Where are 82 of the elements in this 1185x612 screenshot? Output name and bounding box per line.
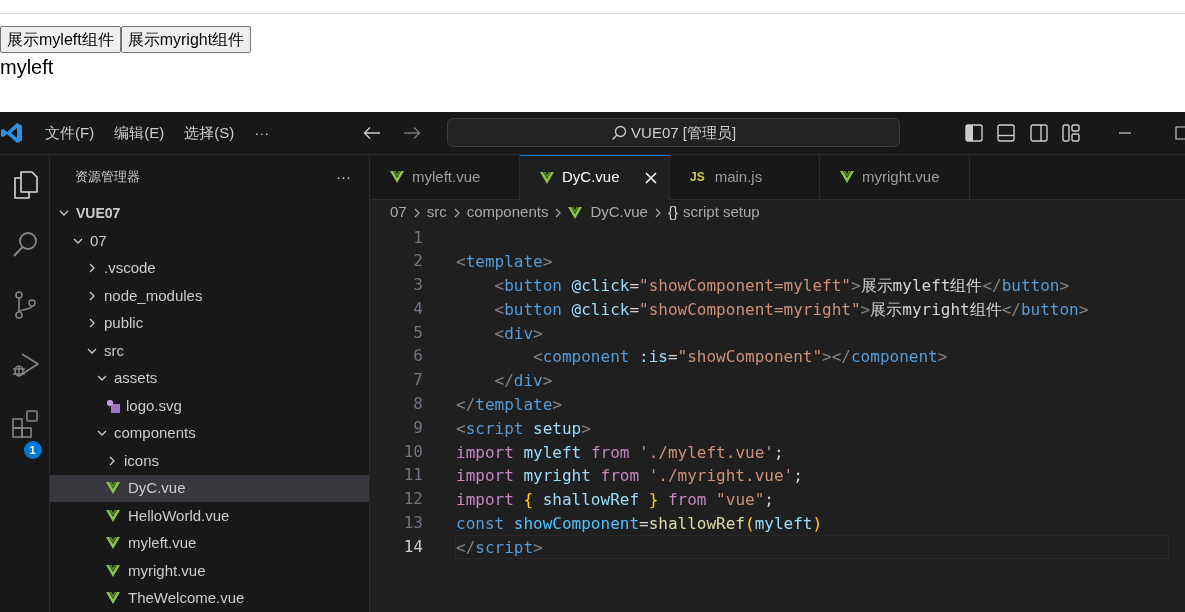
maximize-icon[interactable] xyxy=(1175,125,1185,140)
app-logo-icon xyxy=(1,121,23,144)
line-number: 14 xyxy=(402,535,423,558)
command-center[interactable]: VUE07 [管理员] xyxy=(447,118,900,148)
code-line: <template> xyxy=(455,251,554,274)
menu-item[interactable]: 文件(F) xyxy=(35,121,105,144)
breadcrumb-item[interactable]: DyC.vue xyxy=(568,201,648,224)
breadcrumb-item[interactable]: components xyxy=(466,201,549,224)
vue-icon xyxy=(106,564,120,577)
vue-icon xyxy=(390,171,404,183)
code-line: <component :is="showComponent"></component> xyxy=(532,346,949,369)
toggle-secondary-sidebar-icon[interactable] xyxy=(1030,123,1048,142)
search-icon xyxy=(611,124,628,141)
tree-item[interactable]: node_modules xyxy=(50,282,369,310)
explorer-title: 资源管理器 xyxy=(75,168,140,187)
breadcrumb-item[interactable]: 07 xyxy=(390,201,407,224)
code-line: </template> xyxy=(455,394,563,416)
extensions-icon[interactable] xyxy=(9,408,40,439)
tree-item[interactable]: icons xyxy=(50,447,369,475)
vue-icon xyxy=(106,592,120,605)
vue-icon xyxy=(106,509,120,522)
code-line: import myright from './myright.vue'; xyxy=(455,465,804,488)
vue-icon xyxy=(840,171,854,183)
vue-icon xyxy=(106,482,120,495)
notification-badge: 1 xyxy=(23,440,42,459)
code-line: <script setup> xyxy=(455,417,592,440)
code-line: import myleft from './myleft.vue'; xyxy=(455,441,785,464)
line-number: 7 xyxy=(412,369,423,392)
image-file-icon xyxy=(106,398,120,413)
tree-item[interactable]: assets xyxy=(50,364,369,392)
tree-item[interactable]: components xyxy=(50,419,369,447)
code-line: import { shallowRef } from "vue"; xyxy=(455,489,775,512)
breadcrumb-item[interactable]: src xyxy=(426,201,447,224)
tree-item[interactable]: logo.svg xyxy=(50,392,369,420)
tree-item[interactable]: VUE07 xyxy=(50,199,369,227)
line-number: 10 xyxy=(402,440,423,463)
line-number: 1 xyxy=(412,226,423,249)
tree-item[interactable]: myright.vue xyxy=(50,557,369,585)
line-number: 12 xyxy=(402,488,423,511)
line-number: 13 xyxy=(402,512,423,535)
layout-icon[interactable] xyxy=(1062,123,1080,142)
tree-item[interactable]: 07 xyxy=(50,227,369,255)
editor-tab[interactable]: DyC.vue xyxy=(520,154,670,200)
line-number: 6 xyxy=(412,345,423,368)
more-actions-button[interactable]: ··· xyxy=(336,165,351,189)
line-number: 9 xyxy=(412,416,423,439)
code-line: <button @click="showComponent=myleft">展示myleft组件</button> xyxy=(493,275,1071,297)
js-file-icon: JS xyxy=(690,168,705,186)
code-line: </div> xyxy=(493,370,554,393)
output-text: myleft xyxy=(0,55,54,80)
breadcrumb-item[interactable]: {} script setup xyxy=(667,201,760,224)
tree-item[interactable]: src xyxy=(50,337,369,365)
tree-item[interactable]: HelloWorld.vue xyxy=(50,502,369,530)
vue-icon xyxy=(540,171,554,184)
tree-item[interactable]: myleft.vue xyxy=(50,529,369,557)
toggle-panel-icon[interactable] xyxy=(997,123,1015,142)
back-arrow-icon[interactable] xyxy=(363,125,382,140)
toggle-sidebar-icon[interactable] xyxy=(965,123,983,142)
code-line: <button @click="showComponent=myright">展示myright组件</button> xyxy=(493,298,1090,321)
menu-item[interactable]: 编辑(E) xyxy=(104,121,175,144)
page-button[interactable]: 展示myright组件 xyxy=(120,26,252,53)
tree-item[interactable]: .vscode xyxy=(50,254,369,282)
line-number: 11 xyxy=(402,464,423,487)
code-line: const showComponent=shallowRef(myleft) xyxy=(455,513,824,535)
forward-arrow-icon[interactable] xyxy=(403,125,422,140)
tree-item[interactable]: public xyxy=(50,309,369,337)
line-number: 8 xyxy=(412,393,423,416)
tree-item[interactable]: DyC.vue xyxy=(50,474,369,502)
vue-icon xyxy=(106,537,120,550)
tree-item[interactable]: TheWelcome.vue xyxy=(50,584,369,612)
editor-tab[interactable]: myright.vue xyxy=(820,154,970,200)
line-number: 5 xyxy=(412,321,423,344)
more-menu-button[interactable]: ··· xyxy=(244,121,280,144)
close-icon[interactable] xyxy=(645,171,657,184)
vue-icon xyxy=(568,206,583,219)
line-number: 4 xyxy=(412,297,423,320)
code-line: <div> xyxy=(493,322,544,345)
line-number: 3 xyxy=(412,274,423,297)
line-number: 2 xyxy=(412,250,423,273)
page-button[interactable]: 展示myleft组件 xyxy=(0,26,121,53)
menu-item[interactable]: 选择(S) xyxy=(174,121,245,144)
editor-tab[interactable]: JS main.js xyxy=(670,154,820,200)
